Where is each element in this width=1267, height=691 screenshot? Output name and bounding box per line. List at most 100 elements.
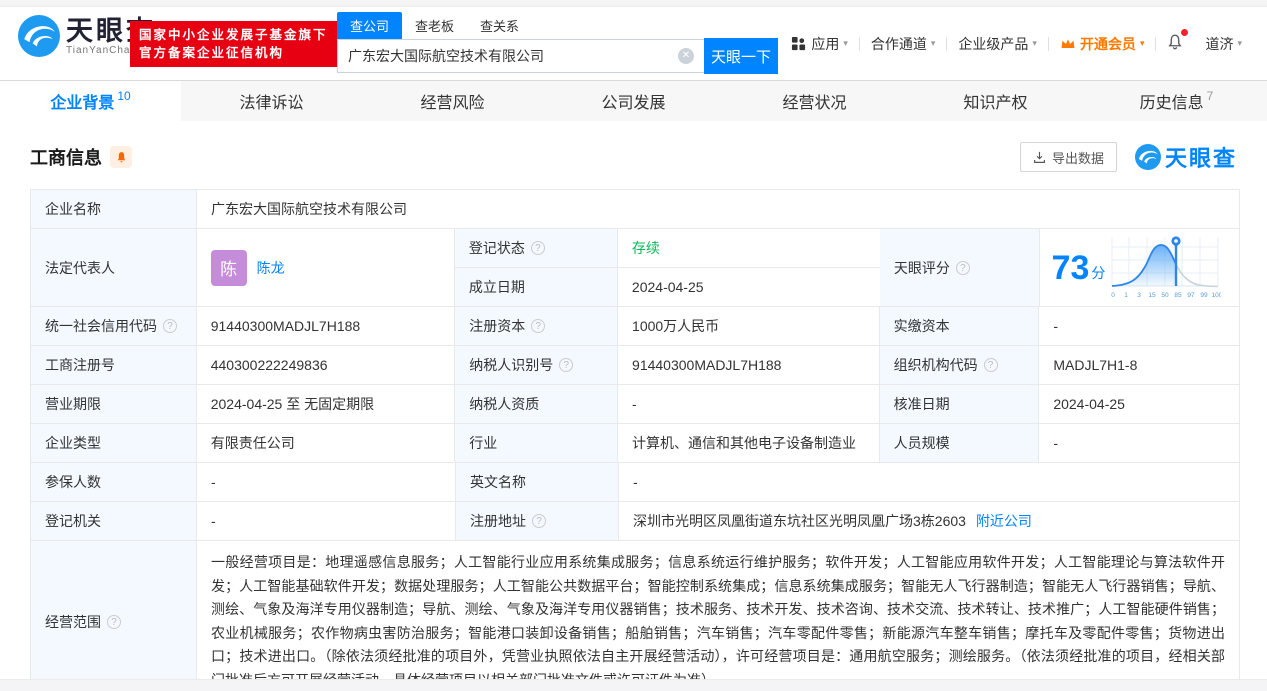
field-label: 企业名称 (31, 190, 197, 228)
table-row: 工商注册号 440300222249836 纳税人识别号 ? 91440300M… (31, 346, 1239, 385)
field-label: 企业类型 (31, 424, 197, 462)
bottom-strip (0, 679, 1267, 691)
tab-label: 经营风险 (420, 95, 485, 112)
field-label: 纳税人资质 (455, 385, 619, 423)
table-row: 企业类型 有限责任公司 行业 计算机、通信和其他电子设备制造业 人员规模 - (31, 424, 1239, 463)
apps-grid-icon (792, 36, 806, 51)
field-value: 440300222249836 (196, 346, 456, 384)
svg-text:0: 0 (1112, 292, 1116, 299)
search-input[interactable] (338, 48, 678, 64)
establish-date-value: 2024-04-25 (617, 268, 880, 306)
menu-apps-label: 应用 (811, 35, 840, 52)
svg-text:100: 100 (1212, 292, 1221, 299)
table-row: 法定代表人 陈 陈龙 登记状态 ? 存续 成立日期 2024-04-25 天眼评… (31, 229, 1239, 307)
chevron-down-icon: ▾ (930, 38, 936, 48)
avatar[interactable]: 陈 (210, 249, 247, 286)
reg-status-label: 登记状态 (468, 240, 525, 256)
field-label: 登记状态 ? (454, 229, 618, 267)
export-data-button[interactable]: 导出数据 (1019, 142, 1117, 172)
tab-intellectual-property[interactable]: 知识产权 (905, 81, 1086, 121)
monitor-bell-button[interactable] (110, 146, 132, 168)
help-icon[interactable]: ? (532, 514, 546, 528)
menu-vip-label: 开通会员 (1079, 35, 1136, 52)
score-label: 天眼评分 (893, 259, 950, 276)
help-icon[interactable]: ? (531, 319, 546, 333)
bell-icon (117, 151, 125, 162)
nearby-companies-link[interactable]: 附近公司 (976, 511, 1032, 531)
field-value: - (197, 463, 456, 501)
tianyancha-watermark: 天眼查 (1134, 141, 1237, 173)
gov-badge: 国家中小企业发展子基金旗下 官方备案企业征信机构 (130, 21, 337, 67)
field-value: 2024-04-25 至 无固定期限 (196, 385, 456, 423)
field-label: 英文名称 (456, 463, 619, 501)
legal-rep-link[interactable]: 陈龙 (257, 258, 285, 278)
help-icon[interactable]: ? (530, 241, 545, 255)
table-row: 企业名称 广东宏大国际航空技术有限公司 (31, 190, 1239, 229)
field-label: 核准日期 (879, 385, 1040, 423)
field-label: 人员规模 (879, 424, 1040, 462)
tab-label: 历史信息 (1139, 95, 1204, 112)
score-unit: 分 (1091, 264, 1106, 281)
field-value: - (1039, 424, 1239, 462)
gov-badge-line2: 官方备案企业征信机构 (139, 46, 285, 60)
table-row: 统一社会信用代码 ? 91440300MADJL7H188 注册资本 ? 100… (31, 307, 1239, 346)
chevron-down-icon: ▾ (1139, 38, 1145, 48)
clear-search-icon[interactable]: ✕ (678, 48, 694, 64)
export-label: 导出数据 (1051, 150, 1104, 166)
tab-label: 经营状况 (782, 95, 847, 112)
field-value: 91440300MADJL7H188 (196, 307, 456, 345)
tab-operating-status[interactable]: 经营状况 (724, 81, 905, 121)
help-icon[interactable]: ? (163, 319, 177, 333)
svg-text:97: 97 (1188, 292, 1196, 299)
search-tab-relation[interactable]: 查关系 (467, 12, 532, 39)
tab-legal-litigation[interactable]: 法律诉讼 (181, 81, 362, 121)
notification-dot (1181, 29, 1189, 36)
help-icon[interactable]: ? (983, 358, 998, 372)
table-row: 经营范围 ? 一般经营项目是：地理遥感信息服务；人工智能行业应用系统集成服务；信… (31, 541, 1239, 691)
svg-text:99: 99 (1201, 292, 1209, 299)
table-row: 营业期限 2024-04-25 至 无固定期限 纳税人资质 - 核准日期 202… (31, 385, 1239, 424)
field-label: 组织机构代码 ? (879, 346, 1040, 384)
tab-label: 公司发展 (601, 95, 666, 112)
svg-text:3: 3 (1138, 292, 1142, 299)
logo-swirl-icon (18, 15, 60, 57)
help-icon[interactable]: ? (107, 614, 121, 629)
field-label: 纳税人识别号 ? (455, 346, 619, 384)
score-distribution-chart: 0 1 3 15 50 85 97 99 100 (1112, 235, 1222, 299)
search-button[interactable]: 天眼一下 (704, 38, 778, 74)
score-axis-ticks: 0 1 3 15 50 85 97 99 100 (1112, 292, 1222, 299)
logo-swirl-icon (1134, 144, 1161, 170)
tab-company-background[interactable]: 企业背景 10 (0, 81, 181, 121)
tab-operating-risk[interactable]: 经营风险 (362, 81, 543, 121)
search-tab-company[interactable]: 查公司 (337, 12, 403, 39)
field-label: 工商注册号 (31, 346, 197, 384)
menu-enterprise-products[interactable]: 企业级产品 ▾ (947, 34, 1048, 54)
watermark-text: 天眼查 (1164, 146, 1237, 171)
search-area: 查公司 查老板 查关系 ✕ 天眼一下 (337, 12, 778, 74)
menu-user[interactable]: 道济 ▾ (1194, 34, 1253, 54)
score-cell: 73 分 0 1 3 15 50 85 97 99 100 (1039, 229, 1239, 306)
field-label: 参保人数 (31, 463, 197, 501)
svg-text:50: 50 (1162, 292, 1170, 299)
notifications-button[interactable] (1156, 29, 1194, 54)
field-value: - (618, 385, 880, 423)
tab-label: 知识产权 (963, 95, 1028, 112)
tab-company-development[interactable]: 公司发展 (543, 81, 724, 121)
score-pin-icon (1171, 235, 1181, 248)
registered-address-cell: 深圳市光明区凤凰街道东坑社区光明凤凰广场3栋2603 附近公司 (619, 502, 1239, 540)
field-value: MADJL7H1-8 (1039, 346, 1239, 384)
help-icon[interactable]: ? (955, 260, 970, 275)
menu-vip[interactable]: 开通会员 ▾ (1049, 34, 1156, 54)
legal-rep-cell: 陈 陈龙 (196, 229, 455, 306)
search-tab-boss[interactable]: 查老板 (402, 12, 467, 39)
tab-count: 7 (1206, 89, 1214, 103)
tab-label: 企业背景 (50, 95, 115, 112)
chevron-down-icon: ▾ (1237, 38, 1242, 48)
menu-apps[interactable]: 应用 ▾ (780, 34, 859, 54)
menu-cooperation[interactable]: 合作通道 ▾ (860, 34, 947, 54)
reg-status-value: 存续 (617, 229, 880, 267)
field-label: 经营范围 ? (31, 541, 197, 691)
tab-history-info[interactable]: 历史信息 7 (1086, 81, 1267, 121)
help-icon[interactable]: ? (559, 358, 574, 372)
score-value: 73 (1051, 248, 1090, 287)
